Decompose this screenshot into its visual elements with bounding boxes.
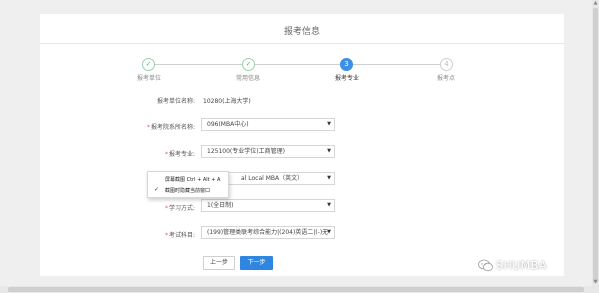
step-4-label: 报考点: [436, 75, 456, 82]
step-3-number: 3: [340, 58, 353, 71]
menu-item-screenshot[interactable]: 屏幕截图 Ctrl + Alt + A: [165, 176, 220, 183]
hscroll-thumb[interactable]: [8, 287, 584, 292]
unit-label: 报考单位名称:: [156, 98, 195, 105]
study-mode-select-value: 1(全日制): [207, 202, 234, 209]
scroll-down-icon[interactable]: ▼: [592, 279, 599, 286]
subjects-label-text: 考试科目:: [168, 232, 195, 239]
step-3-label: 报考专业: [334, 75, 360, 82]
step-connector-2: [255, 64, 340, 65]
required-marker: *: [164, 151, 168, 158]
horizontal-scrollbar[interactable]: [0, 286, 592, 293]
title-divider: [40, 43, 564, 44]
vertical-scrollbar[interactable]: ▲ ▼: [592, 0, 599, 293]
subjects-label: *考试科目:: [115, 230, 195, 239]
subjects-select[interactable]: (199)管理类联考综合能力|(204)英语二|(-)无 ▼: [201, 226, 335, 239]
step-1-label: 报考单位: [136, 75, 162, 82]
page-title: 报考信息: [283, 27, 320, 37]
wechat-logo-icon: [478, 259, 493, 272]
study-mode-select[interactable]: 1(全日制) ▼: [201, 199, 335, 212]
menu-item-hide-window[interactable]: 截图时隐藏当前窗口: [165, 187, 210, 194]
major-label: *报考专业:: [115, 149, 195, 158]
step-2-label: 常用信息: [235, 75, 261, 82]
major-label-text: 报考专业:: [168, 151, 195, 158]
watermark-text: SHUMBA: [496, 259, 547, 272]
scroll-thumb[interactable]: [593, 8, 598, 283]
next-step-button[interactable]: 下一步: [240, 256, 273, 270]
prev-step-button[interactable]: 上一步: [203, 256, 235, 270]
required-marker: *: [146, 124, 150, 131]
study-mode-label: *学习方式:: [115, 203, 195, 212]
check-icon: ✓: [154, 186, 160, 193]
step-2-check-icon: ✓: [242, 58, 255, 71]
chevron-down-icon: ▼: [327, 121, 331, 127]
unit-value: 10280(上海大学): [203, 98, 251, 105]
step-connector-1: [155, 64, 243, 65]
screenshot-context-menu: 屏幕截图 Ctrl + Alt + A ✓ 截图时隐藏当前窗口: [147, 171, 229, 198]
major-select[interactable]: 125100(专业学位)工商管理) ▼: [201, 145, 335, 158]
step-1-check-icon: ✓: [142, 58, 155, 71]
chevron-down-icon: ▼: [327, 175, 331, 181]
step-4-number: 4: [440, 58, 453, 71]
dept-select[interactable]: 096(MBA中心) ▼: [201, 118, 335, 131]
dept-label: *报考院系所名称:: [115, 122, 195, 131]
required-marker: *: [164, 205, 168, 212]
chevron-down-icon: ▼: [327, 202, 331, 208]
dept-label-text: 报考院系所名称:: [150, 124, 195, 131]
study-mode-label-text: 学习方式:: [168, 205, 195, 212]
step-connector-3: [353, 64, 441, 65]
chevron-down-icon: ▼: [327, 229, 331, 235]
required-marker: *: [164, 232, 168, 239]
dept-select-value: 096(MBA中心): [207, 121, 249, 128]
scroll-up-icon[interactable]: ▲: [592, 0, 599, 7]
major-select-value: 125100(专业学位)工商管理): [207, 148, 285, 155]
chevron-down-icon: ▼: [327, 148, 331, 154]
subjects-select-value: (199)管理类联考综合能力|(204)英语二|(-)无: [207, 229, 329, 236]
